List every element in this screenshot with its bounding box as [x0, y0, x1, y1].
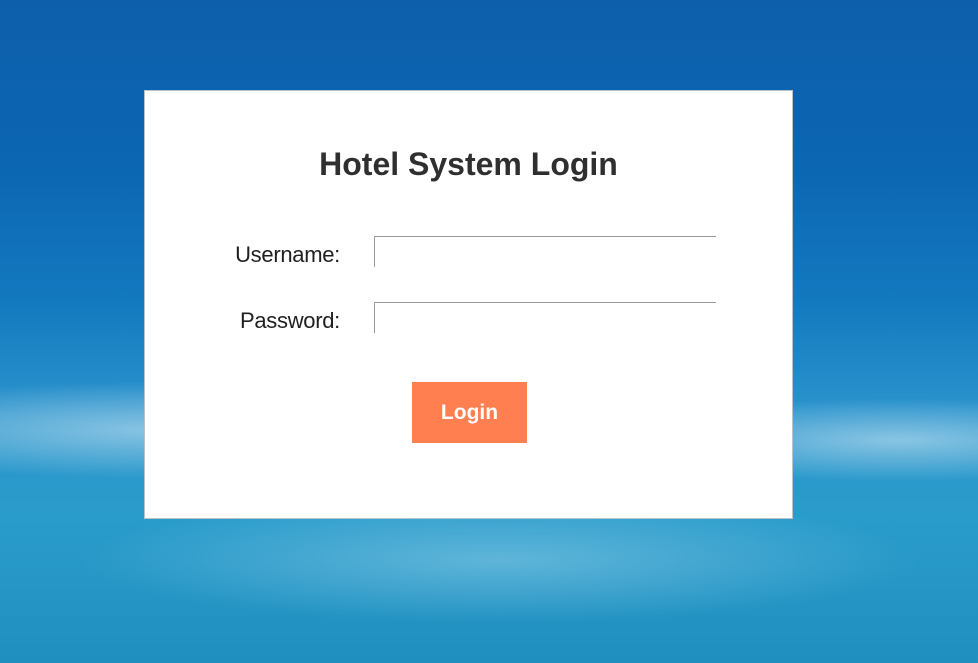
login-card: Hotel System Login Username: Password: L…: [144, 90, 793, 519]
username-label: Username:: [235, 242, 340, 267]
password-input[interactable]: [374, 302, 716, 333]
username-input[interactable]: [374, 236, 716, 267]
login-button[interactable]: Login: [412, 382, 527, 443]
login-title: Hotel System Login: [319, 146, 618, 182]
password-label: Password:: [239, 308, 340, 333]
